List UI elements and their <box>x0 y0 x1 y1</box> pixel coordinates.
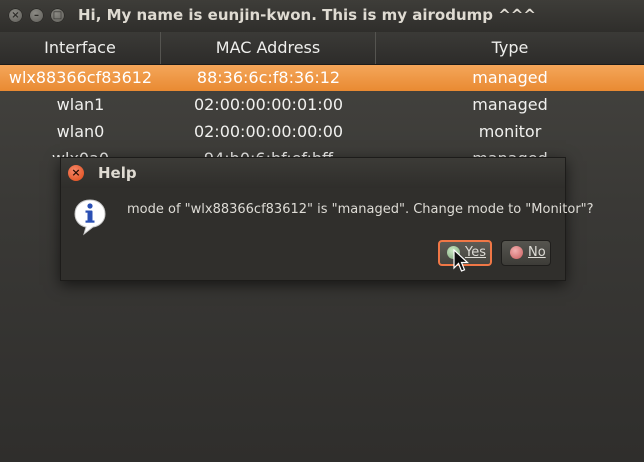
dialog-close-button[interactable]: × <box>68 165 84 181</box>
table-row[interactable]: wlan0 02:00:00:00:00:00 monitor <box>0 119 644 145</box>
dialog-message: mode of "wlx88366cf83612" is "managed". … <box>127 202 594 217</box>
table-row[interactable]: wlx88366cf83612 88:36:6c:f8:36:12 manage… <box>0 65 644 91</box>
cell-type: monitor <box>478 122 542 141</box>
cell-type: managed <box>376 146 644 157</box>
column-header-type[interactable]: Type <box>376 32 644 64</box>
dialog-titlebar: × Help <box>61 158 565 188</box>
cancel-icon <box>510 246 523 259</box>
cell-mac-address: 88:36:6c:f8:36:12 <box>196 68 341 87</box>
table-row[interactable]: wlx0a0 94:b0:6:bf:ef:bff managed <box>0 146 644 157</box>
cell-mac-address: 94:b0:6:bf:ef:bff <box>161 146 376 157</box>
cell-mac-address: 02:00:00:00:01:00 <box>193 95 344 114</box>
cell-interface: wlx0a0 <box>0 146 161 157</box>
column-header-interface[interactable]: Interface <box>0 32 161 64</box>
help-dialog: × Help mode of "wlx88366cf83612" is "man… <box>60 157 594 281</box>
mouse-pointer-icon <box>453 249 469 272</box>
table-header: Interface MAC Address Type <box>0 32 644 65</box>
cell-mac-address: 02:00:00:00:00:00 <box>193 122 344 141</box>
window-close-button[interactable]: × <box>8 8 23 23</box>
dialog-title: Help <box>98 164 137 182</box>
no-button-label: No <box>528 245 546 260</box>
cell-interface: wlan0 <box>56 122 105 141</box>
window-title: Hi, My name is eunjin-kwon. This is my a… <box>78 6 536 24</box>
table-row[interactable]: wlan1 02:00:00:00:01:00 managed <box>0 92 644 118</box>
cell-type: managed <box>472 68 548 87</box>
column-header-mac-address[interactable]: MAC Address <box>161 32 376 64</box>
no-button[interactable]: No <box>501 240 551 266</box>
window-titlebar: × – □ Hi, My name is eunjin-kwon. This i… <box>0 0 644 32</box>
window-minimize-button[interactable]: – <box>29 8 44 23</box>
info-icon <box>74 199 106 236</box>
window-maximize-button[interactable]: □ <box>50 8 65 23</box>
cell-interface: wlan1 <box>56 95 105 114</box>
cell-type: managed <box>472 95 548 114</box>
cell-interface: wlx88366cf83612 <box>8 68 153 87</box>
